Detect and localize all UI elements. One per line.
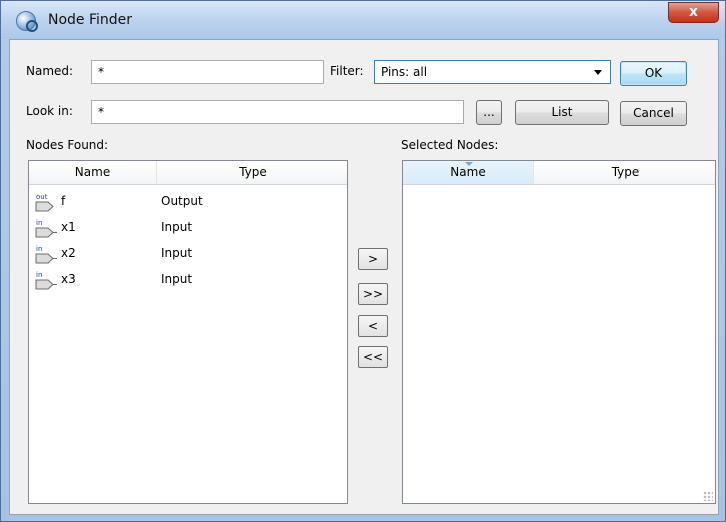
list-item[interactable]: in x2 Input [29,241,347,267]
input-pin-icon: in [35,219,57,238]
add-selected-button[interactable]: > [358,248,388,270]
filter-select-value: Pins: all [381,65,428,79]
node-type: Input [161,220,193,234]
selected-column-type-header[interactable]: Type [534,161,717,184]
input-pin-icon: in [35,245,57,264]
node-type: Input [161,272,193,286]
named-input[interactable]: * [91,60,324,84]
node-name: x1 [61,220,76,234]
lookin-input[interactable]: * [91,100,464,124]
pin-dir-label: in [36,271,42,279]
nodes-found-label: Nodes Found: [26,138,109,152]
pin-dir-label: in [36,219,42,227]
selected-nodes-label: Selected Nodes: [401,138,499,152]
cancel-button[interactable]: Cancel [620,101,687,126]
pin-dir-label: in [36,245,42,253]
resize-grip-icon[interactable] [703,491,713,501]
selected-column-name-label: Name [450,165,486,179]
nodes-found-list[interactable]: Name Type out f Output in x1 Input in x2… [28,160,348,504]
node-name: x3 [61,272,76,286]
browse-button[interactable]: ... [476,100,502,125]
nodes-found-header: Name Type [29,161,347,185]
remove-all-button[interactable]: << [358,346,388,368]
named-label: Named: [26,64,74,78]
lookin-label: Look in: [26,104,73,118]
node-name: f [61,194,66,208]
window-title: Node Finder [48,12,133,28]
sort-indicator-icon [465,162,473,166]
input-pin-icon: in [35,271,57,290]
add-all-button[interactable]: >> [358,283,388,305]
node-name: x2 [61,246,76,260]
node-type: Output [161,194,203,208]
selected-column-name-header[interactable]: Name [403,161,534,184]
column-name-header[interactable]: Name [29,161,157,184]
list-item[interactable]: in x1 Input [29,215,347,241]
dialog-body: Named: * Filter: Pins: all OK Look in: *… [9,39,719,515]
chevron-down-icon [594,70,602,75]
node-type: Input [161,246,193,260]
close-button[interactable]: x [668,2,719,23]
filter-select[interactable]: Pins: all [374,60,611,84]
ok-button[interactable]: OK [620,61,687,86]
title-bar[interactable]: Node Finder x [1,1,725,39]
output-pin-icon: out [35,193,54,212]
list-item[interactable]: out f Output [29,189,347,215]
filter-label: Filter: [330,64,364,78]
selected-nodes-header: Name Type [403,161,715,185]
list-item[interactable]: in x3 Input [29,267,347,293]
node-finder-icon [16,11,38,32]
node-finder-window: Node Finder x Named: * Filter: Pins: all… [0,0,726,522]
column-type-header[interactable]: Type [157,161,349,184]
selected-nodes-list[interactable]: Name Type [402,160,716,504]
list-button[interactable]: List [515,100,609,125]
remove-selected-button[interactable]: < [358,315,388,337]
pin-dir-label: out [36,193,48,201]
